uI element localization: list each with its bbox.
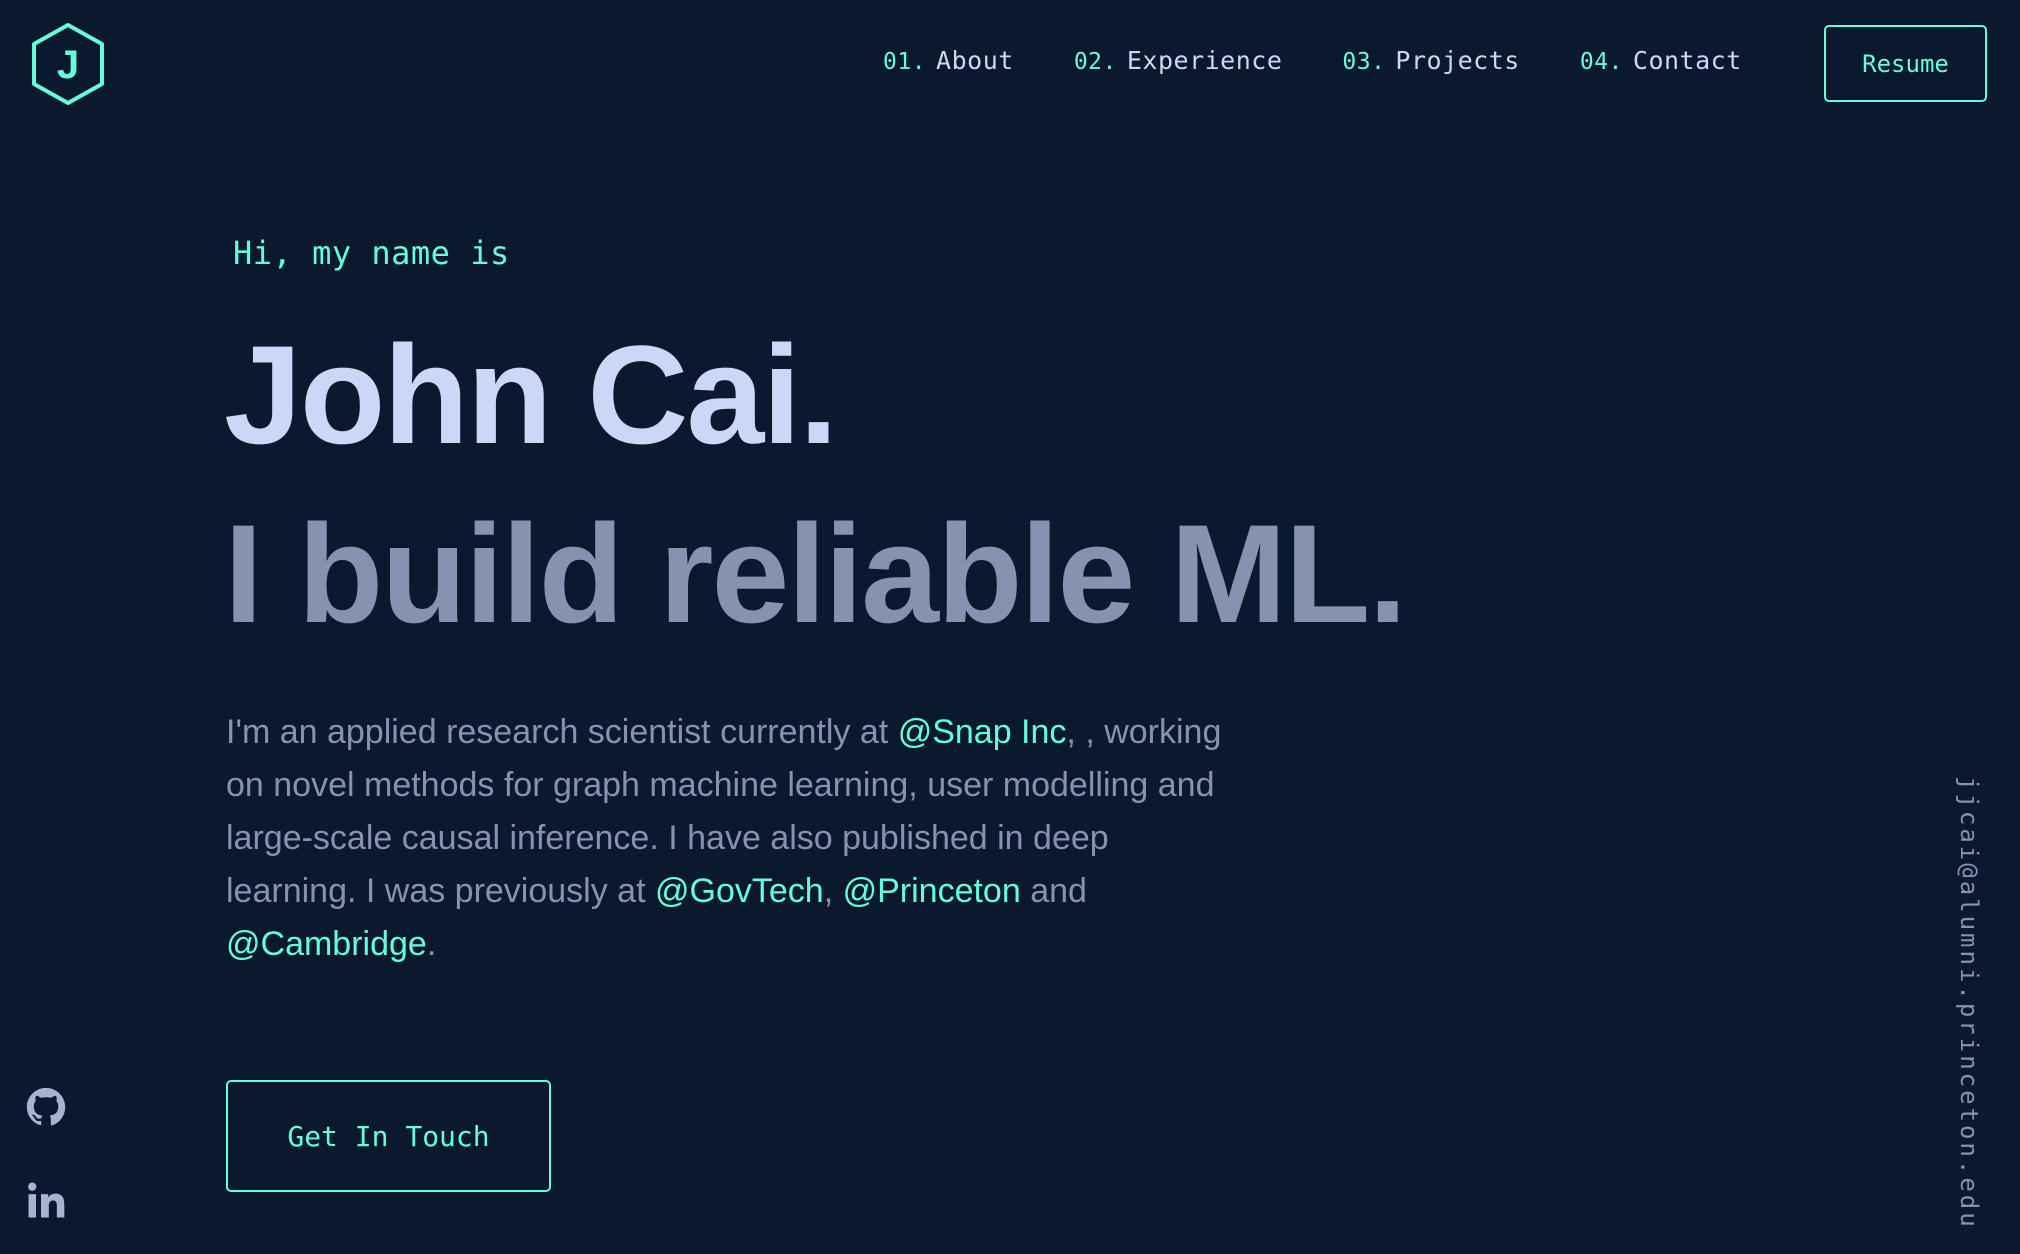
- nav-item-contact[interactable]: 04. Contact: [1580, 46, 1742, 75]
- nav-item-experience[interactable]: 02. Experience: [1074, 46, 1283, 75]
- logo-letter: J: [57, 43, 79, 87]
- nav-item-projects[interactable]: 03. Projects: [1342, 46, 1519, 75]
- linkedin-icon[interactable]: [26, 1180, 66, 1220]
- bio-separator: and: [1020, 872, 1087, 910]
- resume-button[interactable]: Resume: [1824, 25, 1987, 102]
- nav-item-number: 03.: [1342, 49, 1386, 75]
- email-link[interactable]: jjcai@alumni.princeton.edu: [1955, 776, 1983, 1230]
- princeton-link[interactable]: @Princeton: [843, 872, 1021, 910]
- github-icon[interactable]: [26, 1087, 66, 1127]
- nav-item-number: 01.: [883, 49, 927, 75]
- hero-bio: I'm an applied research scientist curren…: [226, 706, 1236, 971]
- snap-link[interactable]: @Snap Inc: [898, 713, 1067, 751]
- bio-text: I'm an applied research scientist curren…: [226, 713, 898, 751]
- linkedin-icon-svg: [28, 1182, 65, 1218]
- nav-item-label: Projects: [1395, 46, 1520, 75]
- hero-tagline: I build reliable ML.: [224, 495, 1407, 652]
- get-in-touch-button[interactable]: Get In Touch: [226, 1080, 551, 1192]
- govtech-link[interactable]: @GovTech: [655, 872, 824, 910]
- bio-end: .: [426, 925, 437, 963]
- hero-name: John Cai.: [224, 316, 838, 473]
- nav-item-about[interactable]: 01. About: [883, 46, 1014, 75]
- logo[interactable]: J: [30, 22, 106, 106]
- nav-item-label: Contact: [1632, 46, 1742, 75]
- bio-separator: ,: [823, 872, 843, 910]
- main-nav: 01. About 02. Experience 03. Projects 04. Co…: [883, 46, 1802, 75]
- nav-item-number: 02.: [1073, 49, 1117, 75]
- cambridge-link[interactable]: @Cambridge: [226, 925, 427, 963]
- github-icon-svg: [26, 1087, 66, 1126]
- nav-item-label: Experience: [1126, 46, 1283, 75]
- nav-item-number: 04.: [1579, 49, 1623, 75]
- hero-greeting: Hi, my name is: [233, 234, 510, 272]
- hexagon-logo-icon: J: [32, 23, 104, 105]
- nav-item-label: About: [936, 46, 1014, 75]
